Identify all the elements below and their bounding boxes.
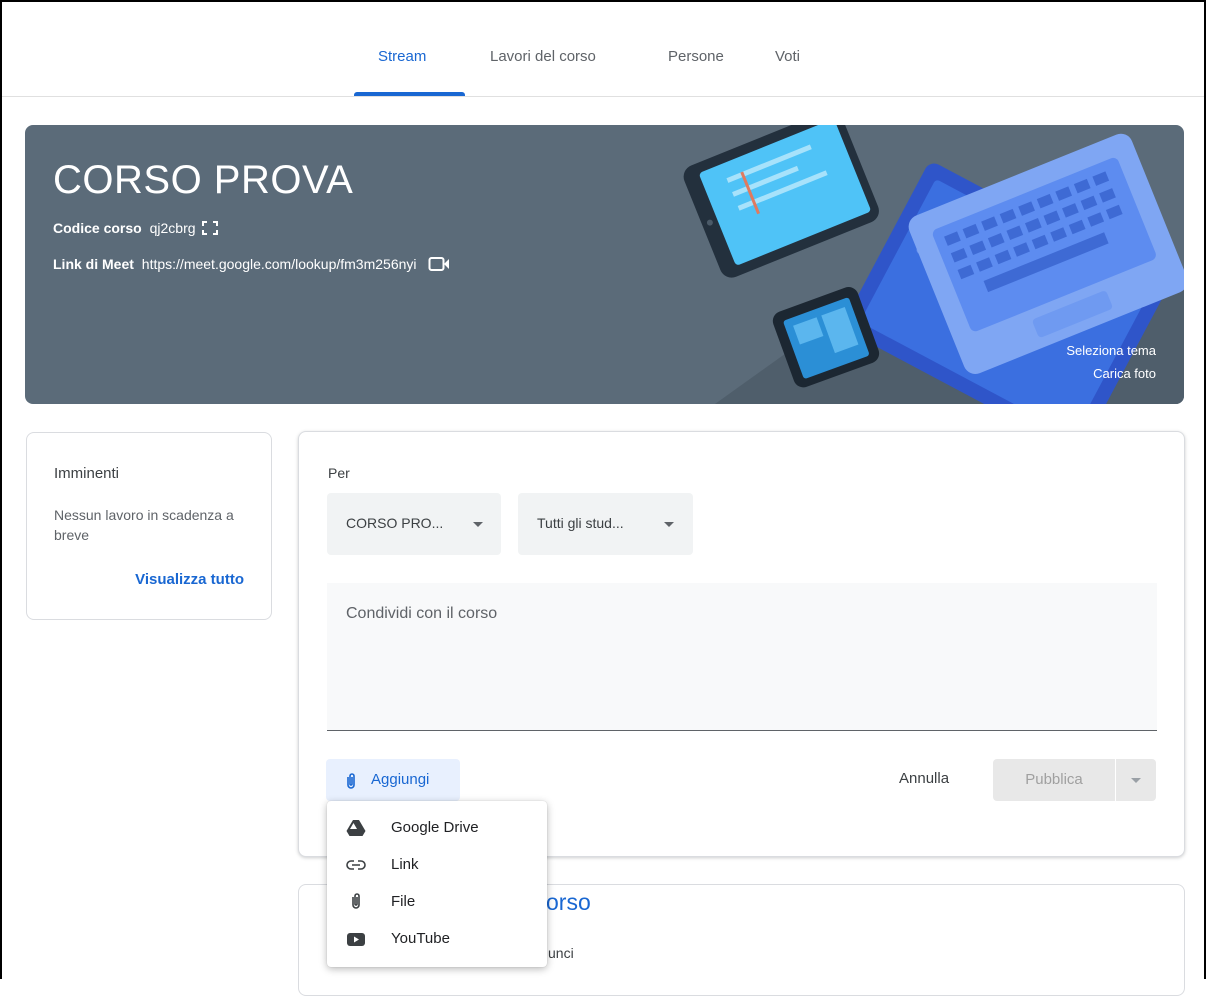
students-select-value: Tutti gli stud... bbox=[537, 515, 624, 531]
add-button-label: Aggiungi bbox=[371, 771, 430, 788]
chevron-down-icon bbox=[473, 522, 483, 527]
top-nav: Stream Lavori del corso Persone Voti bbox=[2, 22, 1204, 97]
card-subtitle-fragment: unci bbox=[548, 945, 574, 961]
course-title: CORSO PROVA bbox=[53, 158, 354, 202]
menu-item-label: File bbox=[391, 893, 416, 910]
tab-stream[interactable]: Stream bbox=[378, 48, 426, 65]
tab-classwork[interactable]: Lavori del corso bbox=[490, 48, 596, 65]
course-code-value: qj2cbrg bbox=[149, 220, 196, 236]
select-theme-link[interactable]: Seleziona tema bbox=[1066, 343, 1156, 358]
meet-link-line: Link di Meet https://meet.google.com/loo… bbox=[53, 256, 450, 272]
menu-item-file[interactable]: File bbox=[327, 883, 547, 920]
course-code-line: Codice corso qj2cbrg bbox=[53, 220, 219, 236]
tab-grades[interactable]: Voti bbox=[775, 48, 800, 65]
course-select[interactable]: CORSO PRO... bbox=[327, 493, 501, 555]
add-button[interactable]: Aggiungi bbox=[326, 759, 460, 801]
menu-item-youtube[interactable]: YouTube bbox=[327, 920, 547, 957]
upcoming-heading: Imminenti bbox=[54, 465, 120, 482]
course-code-label: Codice corso bbox=[53, 220, 142, 236]
menu-item-label: Link bbox=[391, 856, 419, 873]
view-all-link[interactable]: Visualizza tutto bbox=[135, 571, 244, 588]
active-tab-indicator bbox=[354, 92, 465, 96]
publish-button-label: Pubblica bbox=[1025, 771, 1083, 788]
menu-item-label: Google Drive bbox=[391, 819, 479, 836]
menu-item-link[interactable]: Link bbox=[327, 846, 547, 883]
paperclip-icon bbox=[347, 773, 355, 789]
course-banner: CORSO PROVA Codice corso qj2cbrg Link di… bbox=[25, 125, 1184, 404]
tab-people[interactable]: Persone bbox=[668, 48, 724, 65]
upcoming-text: Nessun lavoro in scadenza a breve bbox=[54, 507, 234, 543]
paperclip-icon bbox=[352, 893, 360, 909]
menu-item-google-drive[interactable]: Google Drive bbox=[327, 809, 547, 846]
for-label: Per bbox=[328, 465, 350, 481]
upcoming-card: Imminenti Nessun lavoro in scadenza a br… bbox=[26, 432, 272, 620]
fullscreen-icon[interactable] bbox=[202, 221, 219, 235]
chevron-down-icon bbox=[1131, 778, 1141, 783]
add-menu: Google Drive Link File YouTube bbox=[327, 801, 547, 967]
meet-link-url[interactable]: https://meet.google.com/lookup/fm3m256ny… bbox=[142, 256, 417, 272]
cancel-button[interactable]: Annulla bbox=[899, 770, 949, 787]
share-textarea[interactable]: Condividi con il corso bbox=[327, 583, 1157, 731]
course-select-value: CORSO PRO... bbox=[346, 515, 444, 531]
share-placeholder: Condividi con il corso bbox=[346, 605, 498, 622]
students-select[interactable]: Tutti gli stud... bbox=[518, 493, 693, 555]
upload-photo-link[interactable]: Carica foto bbox=[1093, 366, 1156, 381]
youtube-icon bbox=[347, 933, 365, 946]
meet-link-label: Link di Meet bbox=[53, 256, 134, 272]
link-icon bbox=[346, 860, 366, 870]
publish-options-button[interactable] bbox=[1116, 759, 1156, 801]
post-composer: Per CORSO PRO... Tutti gli stud... Condi… bbox=[298, 431, 1185, 857]
chevron-down-icon bbox=[664, 522, 674, 527]
google-drive-icon bbox=[346, 820, 366, 836]
video-camera-icon[interactable] bbox=[428, 256, 450, 272]
menu-item-label: YouTube bbox=[391, 930, 450, 947]
publish-button[interactable]: Pubblica bbox=[993, 759, 1115, 801]
